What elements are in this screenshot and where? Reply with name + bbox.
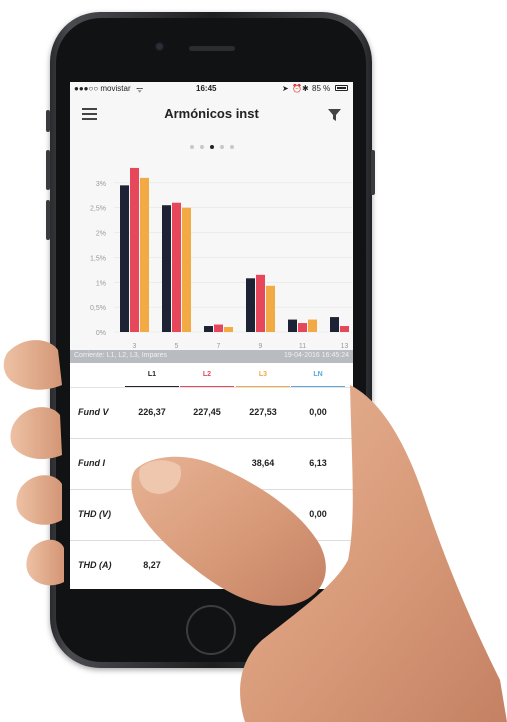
filter-icon[interactable] <box>328 108 341 126</box>
table-row[interactable]: Fund I 38,64 6,13 <box>70 439 353 490</box>
y-tick-label: 0,5% <box>90 305 106 312</box>
cell-value: 0,00 <box>309 407 327 417</box>
x-tick-label: 11 <box>299 343 306 348</box>
row-label: Fund V <box>78 407 109 417</box>
col-underline-ln <box>291 386 345 387</box>
col-header-ln: LN <box>313 371 323 378</box>
alarm-icon: ⏰ <box>292 84 302 93</box>
x-tick-label: 7 <box>217 343 221 348</box>
home-button[interactable] <box>186 605 236 655</box>
bluetooth-icon: ✱ <box>302 84 309 93</box>
y-tick-label: 2% <box>96 231 106 238</box>
info-datetime: 19-04-2016 16:45:24 <box>284 352 349 359</box>
bar-l1 <box>288 319 297 332</box>
col-header-l1: L1 <box>147 371 157 378</box>
col-header-l2: L2 <box>202 371 212 378</box>
col-underline-l2 <box>180 386 234 387</box>
bar-l1 <box>162 205 171 332</box>
row-label: THD (A) <box>78 560 112 570</box>
measurements-table: L1 L2 L3 LN Fund V 226,37 227,45 227,53 … <box>70 363 353 589</box>
info-bar: Corriente: L1, L2, L3, Impares 19-04-201… <box>70 350 353 363</box>
bar-l2 <box>298 323 307 332</box>
table-row[interactable]: Fund V 226,37 227,45 227,53 0,00 <box>70 388 353 439</box>
cell-value: 227,53 <box>249 407 277 417</box>
carrier-label: ●●●○○ movistar <box>74 84 131 93</box>
bar-l3 <box>266 285 275 332</box>
bar-l3 <box>182 207 191 332</box>
cell-value: 0,00 <box>309 509 327 519</box>
harmonics-chart: 0% 0,5% 1% 1,5% 2% 2,5% 3% 3 5 7 9 11 13 <box>90 167 352 348</box>
bar-l1 <box>246 278 255 332</box>
nav-bar: Armónicos inst <box>70 96 353 132</box>
bar-l2 <box>340 326 349 332</box>
bar-l1 <box>120 185 129 332</box>
volume-down-button <box>46 200 50 240</box>
location-icon: ➤ <box>282 84 289 93</box>
y-tick-label: 2,5% <box>90 206 106 213</box>
y-tick-label: 3% <box>96 181 106 188</box>
status-time: 16:45 <box>196 84 217 93</box>
x-tick-label: 3 <box>133 343 137 348</box>
x-tick-label: 9 <box>259 343 263 348</box>
cell-value: 38,64 <box>251 458 275 468</box>
wifi-icon: ᯤ <box>136 85 144 94</box>
app-screen: ●●●○○ movistar ᯤ 16:45 ➤ ⏰ ✱ 85 % Armóni… <box>70 82 353 589</box>
table-row[interactable]: THD (V) 0,00 <box>70 490 353 541</box>
battery-icon <box>335 85 348 91</box>
bar-l1 <box>204 326 213 332</box>
status-bar: ●●●○○ movistar ᯤ 16:45 ➤ ⏰ ✱ 85 % <box>70 82 353 96</box>
battery-label: 85 % <box>312 84 331 93</box>
bar-l2 <box>172 202 181 332</box>
y-tick-label: 1,5% <box>90 255 106 262</box>
bar-l2 <box>256 274 265 332</box>
table-header: L1 L2 L3 LN <box>70 363 353 388</box>
cell-value: 9,01 <box>198 560 216 570</box>
bar-l2 <box>130 167 139 332</box>
col-underline-l1 <box>125 386 179 387</box>
page-title: Armónicos inst <box>164 106 259 121</box>
earpiece-speaker <box>189 46 235 51</box>
bar-l3 <box>140 177 149 332</box>
row-label: THD (V) <box>78 509 111 519</box>
y-tick-label: 0% <box>96 330 106 337</box>
cell-value: 8,27 <box>143 560 161 570</box>
power-button <box>371 150 375 195</box>
table-row[interactable]: THD (A) 8,27 9,01 <box>70 541 353 589</box>
x-tick-label: 5 <box>175 343 179 348</box>
bar-l2 <box>214 324 223 332</box>
bar-l3 <box>224 327 233 332</box>
col-header-l3: L3 <box>258 371 268 378</box>
cell-value: 227,45 <box>193 407 221 417</box>
front-camera <box>155 42 164 51</box>
y-tick-label: 1% <box>96 280 106 287</box>
x-tick-label: 13 <box>341 343 349 348</box>
bar-l3 <box>308 319 317 332</box>
row-label: Fund I <box>78 458 105 468</box>
info-label: Corriente: L1, L2, L3, Impares <box>74 352 167 359</box>
cell-value: 6,13 <box>309 458 327 468</box>
volume-up-button <box>46 150 50 190</box>
bar-l1 <box>330 317 339 332</box>
side-button <box>46 110 50 132</box>
col-underline-l3 <box>236 386 290 387</box>
cell-value: 226,37 <box>138 407 166 417</box>
